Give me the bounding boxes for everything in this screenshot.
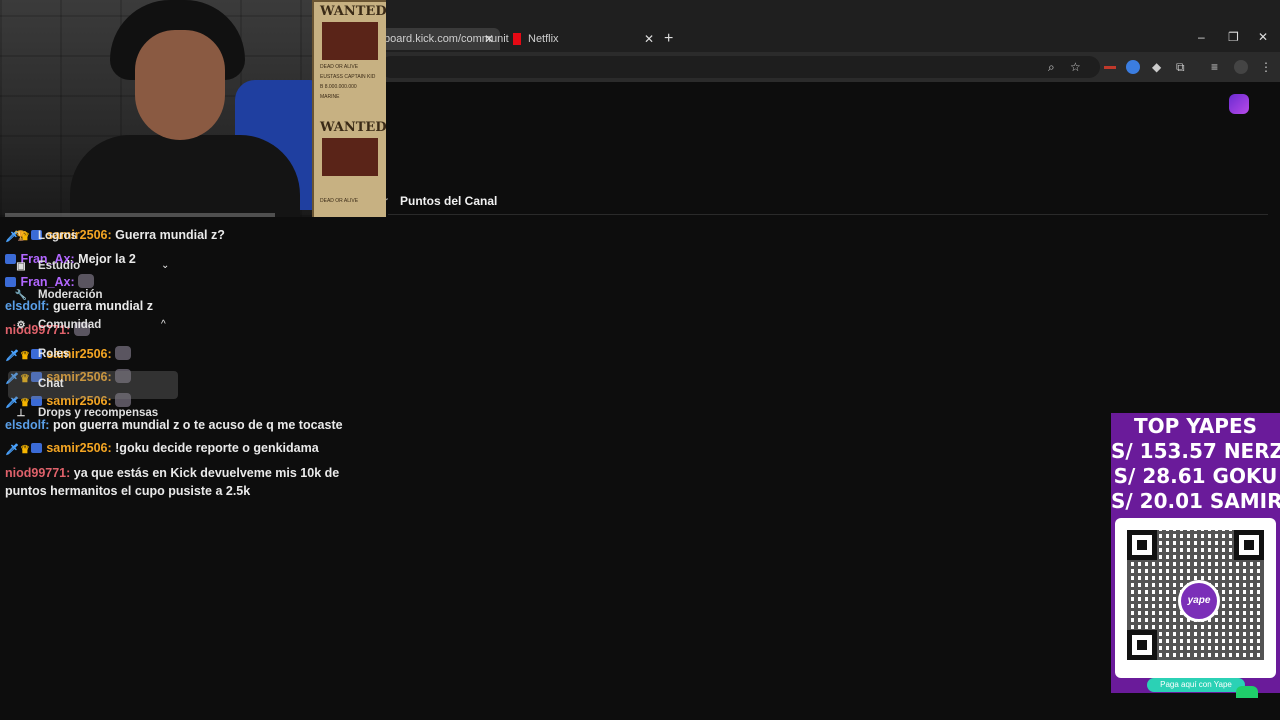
yape-top-row: S/ 28.61 GOKU — [1113, 464, 1278, 488]
wanted-poster: WANTED DEAD OR ALIVE EUSTASS CAPTAIN KID… — [312, 0, 386, 217]
sidebar-item-roles[interactable]: Roles — [38, 348, 69, 360]
extensions-puzzle-icon[interactable]: ⧉ — [1176, 60, 1185, 75]
yape-logo: yape — [1178, 580, 1220, 622]
kick-green-indicator — [1236, 686, 1258, 698]
poster-caption: DEAD OR ALIVE — [320, 64, 359, 70]
og-badge-icon — [30, 443, 42, 454]
yape-donation-panel: TOP YAPES S/ 153.57 NERZI S/ 28.61 GOKU … — [1111, 413, 1280, 693]
sidebar-item-estudio[interactable]: ▣ Estudio — [14, 260, 80, 272]
restore-button[interactable]: ❐ — [1228, 30, 1239, 44]
poster-wanted-text: WANTED — [320, 4, 386, 19]
close-icon[interactable]: ✕ — [644, 32, 654, 46]
crown-badge-icon: ♛ — [19, 444, 30, 457]
trophy-icon: 🏆 — [14, 231, 28, 242]
extension-red-icon[interactable] — [1104, 66, 1116, 69]
qr-finder — [1127, 630, 1157, 660]
chat-username[interactable]: samir2506: — [46, 441, 111, 455]
chat-username[interactable]: niod99771: — [5, 466, 70, 480]
chat-text: Mejor la 2 — [78, 251, 136, 266]
poster-portrait — [322, 22, 378, 60]
chevron-up-icon[interactable]: ^ — [161, 319, 166, 330]
community-icon: ⚙ — [16, 320, 26, 331]
wrench-icon: 🔧 — [14, 290, 28, 301]
tab-netflix[interactable]: Netflix ✕ — [506, 28, 660, 50]
crown-badge-icon: ♛ — [19, 349, 30, 362]
tab-kick-dashboard[interactable]: board.kick.com/communit ✕ — [380, 28, 509, 50]
emote-icon — [78, 274, 95, 289]
zoom-icon[interactable]: ⌕ — [1048, 60, 1055, 75]
chat-text: guerra mundial z — [52, 299, 153, 314]
section-divider — [388, 214, 1268, 215]
extension-diamond-icon[interactable]: ◆ — [1152, 60, 1161, 74]
yape-top-row: S/ 153.57 NERZI — [1111, 439, 1280, 463]
sidebar-item-logros[interactable]: 🏆 Logros — [14, 230, 77, 242]
sidebar-item-label: Chat — [38, 378, 64, 390]
bookmark-star-icon[interactable]: ☆ — [1070, 60, 1081, 74]
poster-name: EUSTASS CAPTAIN KID — [320, 74, 376, 80]
chat-username[interactable]: elsdolf: — [5, 299, 49, 313]
sidebar-item-moderacion[interactable]: 🔧 Moderación — [14, 289, 103, 301]
qr-finder — [1127, 530, 1157, 560]
close-icon[interactable]: ✕ — [484, 32, 494, 46]
sidebar-item-comunidad[interactable]: ⚙ Comunidad — [14, 319, 102, 331]
sword-badge-icon: 🗡 — [5, 444, 19, 457]
poster-marine: MARINE — [320, 94, 340, 100]
webcam-overlay: WANTED DEAD OR ALIVE EUSTASS CAPTAIN KID… — [0, 0, 386, 217]
extension-translate-icon[interactable] — [1126, 60, 1140, 74]
poster-bounty: B 8.000.000.000 — [320, 84, 357, 90]
user-avatar[interactable] — [1229, 94, 1249, 114]
sidebar-item-label: Drops y recompensas — [38, 407, 159, 419]
sword-badge-icon: 🗡 — [5, 349, 19, 362]
poster-caption: DEAD OR ALIVE — [320, 198, 359, 204]
streamer-shirt — [70, 135, 300, 217]
chevron-down-icon[interactable]: ⌄ — [161, 260, 169, 271]
qr-finder — [1234, 530, 1264, 560]
sidebar-item-chat[interactable]: Chat — [38, 378, 64, 390]
sidebar-item-label: Logros — [38, 230, 77, 242]
media-queue-icon[interactable]: ≡ — [1211, 60, 1218, 74]
streamer-face — [135, 30, 225, 140]
emote-icon — [115, 345, 132, 360]
tab-label: Netflix — [528, 33, 559, 45]
yape-top-row: S/ 20.01 SAMIR — [1111, 489, 1280, 513]
new-tab-button[interactable]: + — [664, 30, 673, 48]
chat-username[interactable]: elsdolf: — [5, 418, 49, 432]
poster-portrait — [322, 138, 378, 176]
sidebar-item-label: Comunidad — [38, 319, 102, 331]
sidebar-item-drops[interactable]: ⊥ Drops y recompensas — [14, 407, 159, 419]
menu-kebab-icon[interactable]: ⋮ — [1260, 60, 1272, 74]
chat-message: 🗡♛ samir2506: !goku decide reporte o gen… — [5, 437, 365, 461]
yape-qr-code: yape — [1115, 518, 1276, 678]
sidebar-item-label: Estudio — [38, 260, 81, 272]
studio-icon: ▣ — [16, 261, 26, 272]
netflix-icon — [513, 33, 521, 45]
gift-icon: ⊥ — [16, 408, 26, 419]
chat-text: pon guerra mundial z o te acuso de q me … — [52, 417, 343, 432]
chat-text: !goku decide reporte o genkidama — [115, 441, 319, 456]
minimize-button[interactable]: – — [1198, 30, 1205, 44]
profile-avatar[interactable] — [1234, 60, 1248, 74]
chat-username[interactable]: Fran_Ax: — [20, 275, 74, 289]
address-bar[interactable] — [380, 56, 1100, 78]
chat-text: Guerra mundial z? — [115, 228, 225, 242]
tab-channel-points[interactable]: Puntos del Canal — [400, 194, 497, 208]
chat-message: niod99771: ya que estás en Kick devuelve… — [5, 464, 365, 500]
chat-partial-line — [5, 210, 285, 218]
close-window-button[interactable]: ✕ — [1258, 30, 1268, 44]
poster-wanted-text: WANTED — [320, 120, 386, 135]
og-badge-icon — [5, 277, 16, 288]
sidebar-item-label: Moderación — [38, 289, 103, 301]
yape-pay-label: Paga aquí con Yape — [1147, 678, 1245, 692]
yape-title: TOP YAPES — [1133, 414, 1258, 438]
sidebar-item-label: Roles — [38, 348, 70, 360]
sidebar-highlight — [8, 371, 178, 399]
